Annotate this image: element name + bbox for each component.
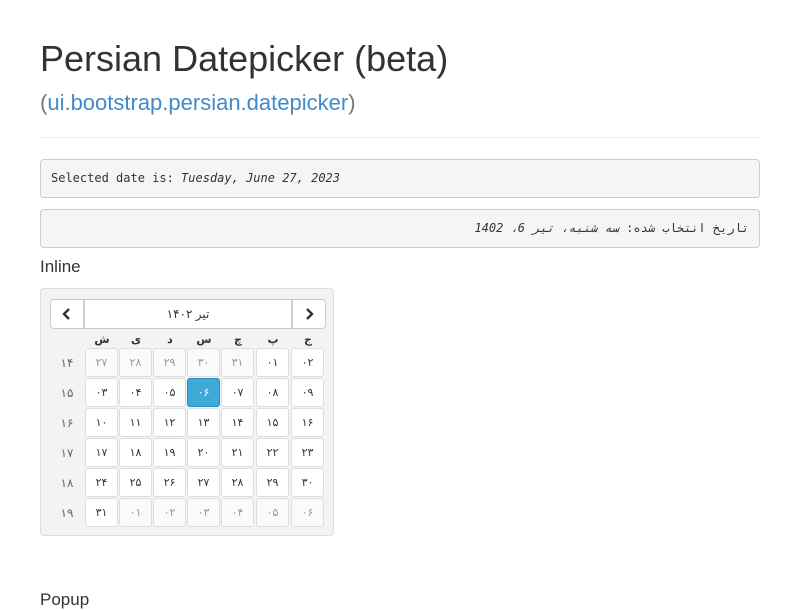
day-cell[interactable]: ۲۵: [119, 468, 152, 497]
day-cell[interactable]: ۳۱: [221, 348, 254, 377]
day-cell[interactable]: ۳۰: [291, 468, 324, 497]
next-month-button[interactable]: [292, 299, 326, 329]
selected-date-label: Selected date is:: [51, 171, 182, 185]
day-cell[interactable]: ۰۲: [291, 348, 324, 377]
subtitle-close-paren: ): [348, 90, 356, 115]
day-cell[interactable]: ۰۱: [256, 348, 289, 377]
day-cell[interactable]: ۰۷: [221, 378, 254, 407]
day-cell[interactable]: ۱۳: [187, 408, 220, 437]
day-cell[interactable]: ۲۸: [221, 468, 254, 497]
week-number: ۱۶: [60, 416, 74, 430]
day-cell[interactable]: ۱۵: [256, 408, 289, 437]
day-cell[interactable]: ۲۸: [119, 348, 152, 377]
day-cell[interactable]: ۲۹: [256, 468, 289, 497]
page-title: Persian Datepicker (beta): [40, 38, 449, 79]
day-cell[interactable]: ۰۴: [119, 378, 152, 407]
selected-date-value: Tuesday, June 27, 2023: [181, 171, 340, 185]
day-cell[interactable]: ۲۶: [153, 468, 186, 497]
week-number: ۱۵: [60, 386, 74, 400]
prev-month-button[interactable]: [50, 299, 84, 329]
day-cell[interactable]: ۰۵: [256, 498, 289, 527]
day-cell[interactable]: ۱۷: [85, 438, 118, 467]
day-cell[interactable]: ۲۷: [187, 468, 220, 497]
day-cell[interactable]: ۲۱: [221, 438, 254, 467]
day-cell[interactable]: ۲۷: [85, 348, 118, 377]
day-cell[interactable]: ۳۱: [85, 498, 118, 527]
day-cell[interactable]: ۰۴: [221, 498, 254, 527]
day-cell[interactable]: ۰۹: [291, 378, 324, 407]
day-cell[interactable]: ۰۲: [153, 498, 186, 527]
day-cell-selected[interactable]: ۰۶: [187, 378, 220, 407]
popup-section-label: Popup: [40, 590, 90, 609]
day-cell[interactable]: ۲۹: [153, 348, 186, 377]
inline-section-label: Inline: [40, 257, 81, 276]
chevron-right-icon: [306, 308, 314, 320]
chevron-left-icon: [62, 308, 70, 320]
day-cell[interactable]: ۲۰: [187, 438, 220, 467]
day-cell[interactable]: ۲۴: [85, 468, 118, 497]
selected-date-box: Selected date is: Tuesday, June 27, 2023: [40, 159, 760, 198]
datepicker-header: تیر ۱۴۰۲: [50, 299, 326, 329]
day-cell[interactable]: ۱۴: [221, 408, 254, 437]
week-number: ۱۷: [60, 446, 74, 460]
day-cell[interactable]: ۳۰: [187, 348, 220, 377]
week-number: ۱۴: [60, 356, 74, 370]
month-title-button[interactable]: تیر ۱۴۰۲: [84, 299, 292, 329]
persian-selected-date-text: تاریخ انتخاب شده: سه شنبه، تیر 6، 1402: [474, 210, 749, 247]
day-cell[interactable]: ۱۲: [153, 408, 186, 437]
day-cell[interactable]: ۱۱: [119, 408, 152, 437]
day-cell[interactable]: ۱۹: [153, 438, 186, 467]
week-number: ۱۸: [60, 476, 74, 490]
persian-date-label: تاریخ انتخاب شده:: [618, 221, 749, 235]
day-cell[interactable]: ۱۰: [85, 408, 118, 437]
day-cell[interactable]: ۲۲: [256, 438, 289, 467]
persian-selected-date-box: تاریخ انتخاب شده: سه شنبه، تیر 6، 1402: [40, 209, 760, 248]
page-subtitle: (ui.bootstrap.persian.datepicker): [40, 90, 356, 116]
day-cell[interactable]: ۱۸: [119, 438, 152, 467]
day-cell[interactable]: ۰۱: [119, 498, 152, 527]
day-cell[interactable]: ۰۳: [85, 378, 118, 407]
day-cell[interactable]: ۰۳: [187, 498, 220, 527]
inline-datepicker: تیر ۱۴۰۲ شیدسچپج ۱۴ ۲۷ ۲۸ ۲۹ ۳۰ ۳۱ ۰۱ ۰۲ ۱۵ ۰۳ ۰۴ ۰…: [40, 288, 334, 536]
persian-date-value: سه شنبه، تیر 6، 1402: [474, 221, 619, 235]
day-cell[interactable]: ۰۸: [256, 378, 289, 407]
week-number: ۱۹: [60, 506, 74, 520]
project-link[interactable]: ui.bootstrap.persian.datepicker: [47, 90, 348, 115]
day-cell[interactable]: ۰۶: [291, 498, 324, 527]
day-cell[interactable]: ۰۵: [153, 378, 186, 407]
day-cell[interactable]: ۱۶: [291, 408, 324, 437]
day-cell[interactable]: ۲۳: [291, 438, 324, 467]
divider: [40, 137, 760, 138]
